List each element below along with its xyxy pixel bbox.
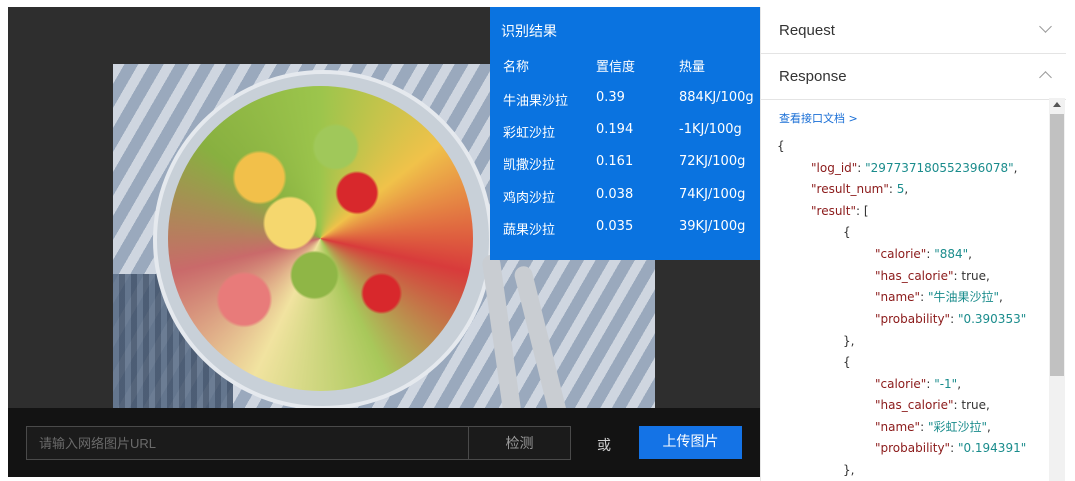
row-confidence: 0.035 (596, 219, 634, 234)
salad-image-part (168, 86, 473, 391)
response-accordion[interactable]: Response (761, 53, 1066, 100)
row-calorie: 39KJ/100g (679, 219, 746, 234)
json-line-has-calorie: "has_calorie": true, (875, 398, 990, 412)
request-accordion[interactable]: Request (761, 7, 1066, 54)
response-label: Response (779, 68, 847, 85)
result-row: 牛油果沙拉 0.39 884KJ/100g (503, 90, 758, 110)
row-calorie: 72KJ/100g (679, 154, 746, 169)
row-name: 凯撒沙拉 (503, 158, 556, 173)
json-line-result: "result": [ (811, 204, 869, 218)
json-line-result-num: "result_num": 5, (811, 182, 909, 196)
header-calorie: 热量 (679, 60, 706, 75)
json-line-calorie: "calorie": "-1", (875, 377, 962, 391)
json-line-log-id: "log_id": "297737180552396078", (811, 161, 1018, 175)
api-doc-link[interactable]: 查看接口文档 > (779, 110, 858, 126)
row-confidence: 0.161 (596, 154, 634, 169)
row-name: 牛油果沙拉 (503, 94, 569, 109)
row-name: 鸡肉沙拉 (503, 191, 556, 206)
scroll-up-arrow-icon[interactable] (1053, 102, 1061, 107)
row-confidence: 0.39 (596, 90, 625, 105)
result-row: 彩虹沙拉 0.194 -1KJ/100g (503, 122, 758, 142)
json-line-has-calorie: "has_calorie": true, (875, 269, 990, 283)
spoon-image-part (512, 264, 572, 421)
response-scrollbar[interactable] (1049, 98, 1065, 481)
image-url-input[interactable] (26, 426, 468, 460)
result-row: 蔬果沙拉 0.035 39KJ/100g (503, 219, 758, 239)
json-line-probability: "probability": "0.390353" (875, 312, 1027, 326)
json-line-probability: "probability": "0.194391" (875, 441, 1027, 455)
row-calorie: 74KJ/100g (679, 187, 746, 202)
scroll-thumb[interactable] (1050, 114, 1064, 376)
json-response: { "log_id": "297737180552396078", "resul… (777, 136, 1047, 481)
result-table-header: 名称 置信度 热量 (503, 56, 758, 76)
url-input-bar: 检测 或 上传图片 (8, 408, 760, 477)
row-confidence: 0.194 (596, 122, 634, 137)
json-line-calorie: "calorie": "884", (875, 247, 972, 261)
row-name: 蔬果沙拉 (503, 223, 556, 238)
or-text: 或 (597, 438, 611, 454)
json-open-brace: { (777, 139, 785, 153)
row-confidence: 0.038 (596, 187, 634, 202)
result-title: 识别结果 (501, 24, 557, 40)
header-name: 名称 (503, 60, 530, 75)
json-item-close: }, (843, 334, 855, 348)
request-label: Request (779, 22, 835, 39)
api-panel: Request Response 查看接口文档 > { "log_id": "2… (760, 7, 1066, 481)
recognition-result-panel: 识别结果 名称 置信度 热量 牛油果沙拉 0.39 884KJ/100g 彩虹沙… (490, 7, 760, 260)
json-line-name: "name": "牛油果沙拉", (875, 290, 1003, 304)
row-calorie: -1KJ/100g (679, 122, 742, 137)
row-name: 彩虹沙拉 (503, 126, 556, 141)
chevron-down-icon[interactable] (1039, 20, 1052, 33)
upload-image-button[interactable]: 上传图片 (639, 426, 742, 459)
json-line-name: "name": "彩虹沙拉", (875, 420, 991, 434)
row-calorie: 884KJ/100g (679, 90, 754, 105)
detect-button[interactable]: 检测 (468, 426, 571, 460)
json-item-close: }, (843, 463, 855, 477)
result-row: 鸡肉沙拉 0.038 74KJ/100g (503, 187, 758, 207)
json-item-open: { (843, 355, 851, 369)
chevron-up-icon[interactable] (1039, 71, 1052, 84)
result-row: 凯撒沙拉 0.161 72KJ/100g (503, 154, 758, 174)
header-confidence: 置信度 (596, 60, 636, 75)
json-item-open: { (843, 225, 851, 239)
